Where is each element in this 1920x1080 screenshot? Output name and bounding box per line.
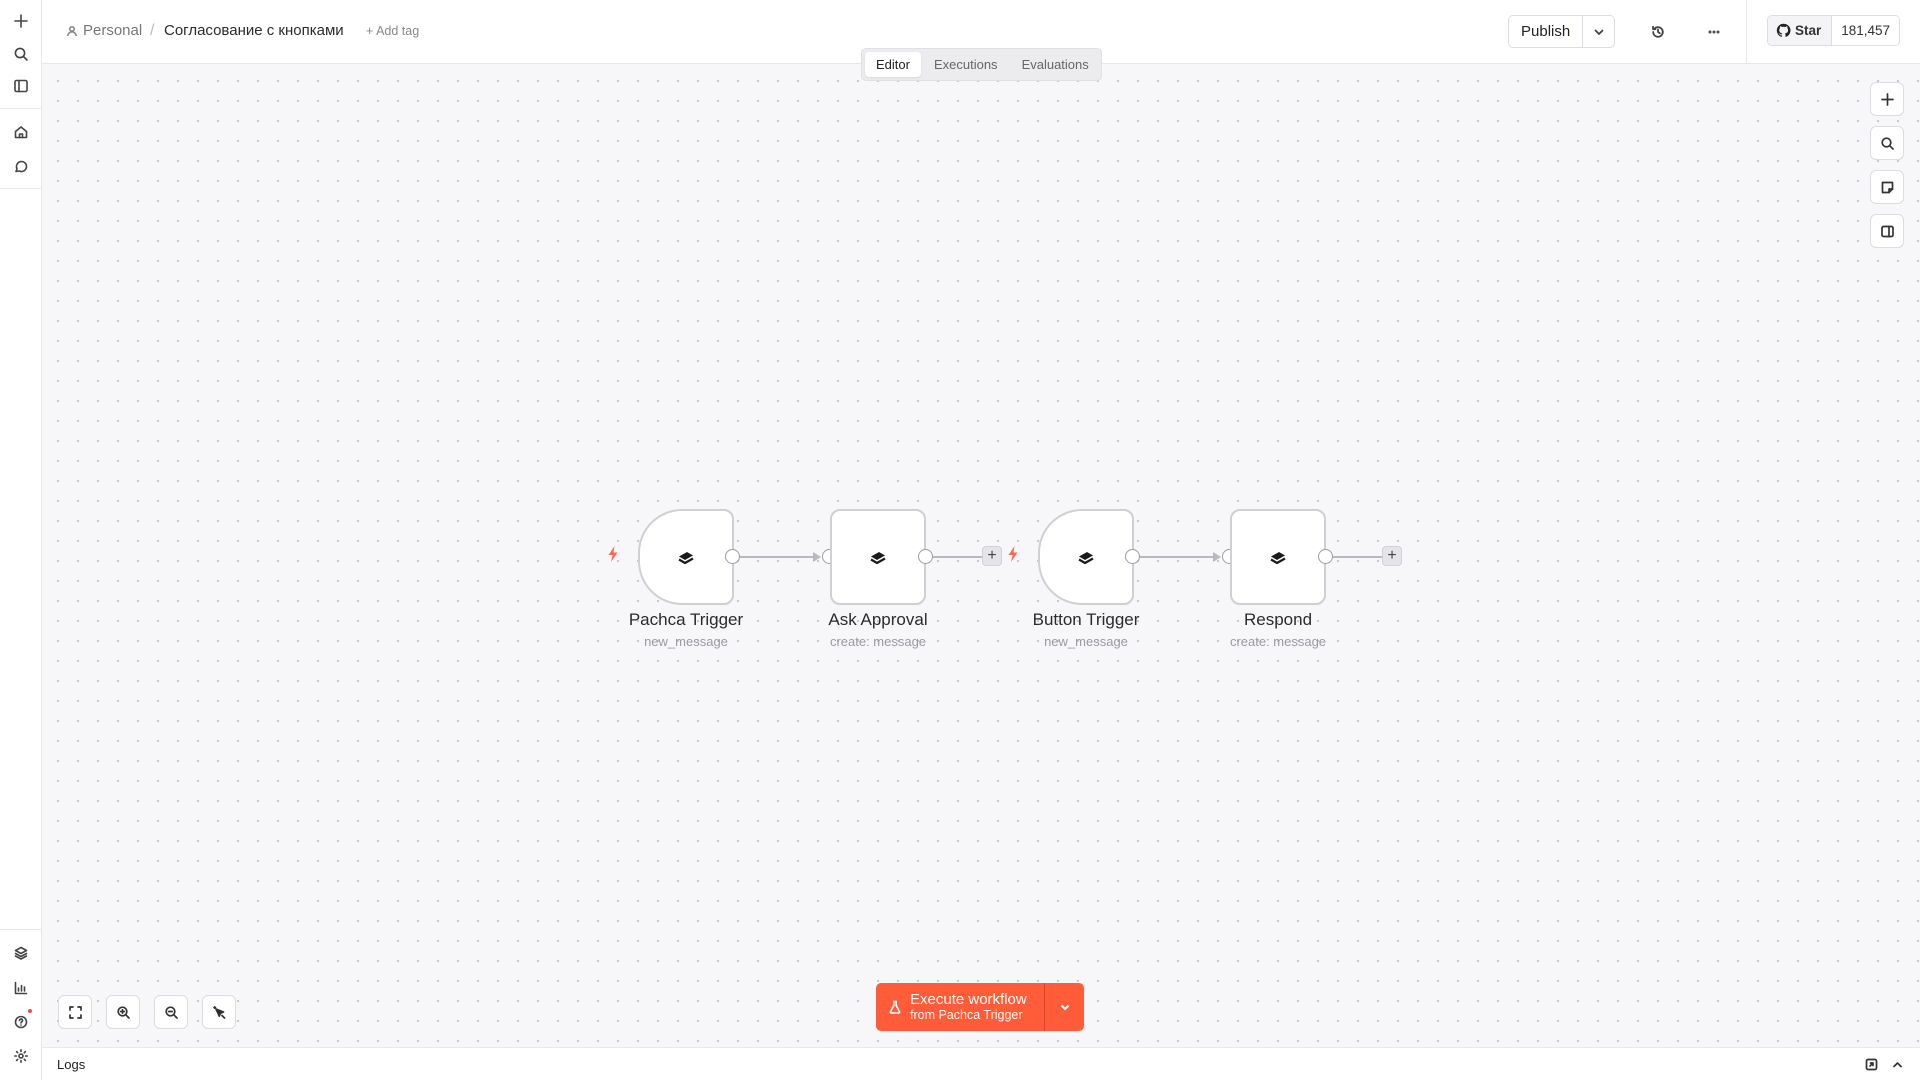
tab-editor[interactable]: Editor (865, 52, 921, 77)
connection-edge (1333, 556, 1383, 558)
node-subtitle: new_message (644, 634, 728, 649)
more-options-button[interactable] (1702, 20, 1726, 44)
breadcrumb-separator: / (150, 22, 155, 39)
node-title: Ask Approval (828, 610, 928, 629)
tab-evaluations[interactable]: Evaluations (1011, 52, 1100, 77)
pachca-icon (1078, 552, 1094, 565)
node-subtitle: create: message (829, 634, 927, 649)
execute-workflow-button[interactable]: Execute workflow from Pachca Trigger (876, 983, 1044, 1031)
tab-executions[interactable]: Executions (923, 52, 1009, 77)
search-icon (1880, 136, 1894, 150)
fit-view-button[interactable] (58, 995, 92, 1029)
pachca-icon (1270, 552, 1286, 565)
help-icon[interactable] (0, 1008, 41, 1036)
breadcrumb-project-label: Personal (83, 22, 143, 39)
chevron-up-icon (1892, 1061, 1902, 1067)
node-subtitle: create: message (1229, 634, 1327, 649)
tidy-up-button[interactable] (202, 995, 236, 1029)
trigger-bolt-icon (1008, 546, 1018, 562)
output-handle[interactable] (725, 549, 740, 564)
pop-out-icon (1865, 1058, 1877, 1070)
zoom-out-icon (164, 1005, 178, 1019)
connection-edge[interactable] (740, 556, 814, 558)
node-ask-approval[interactable] (830, 509, 926, 605)
publish-options-button[interactable] (1582, 16, 1614, 47)
create-icon[interactable] (0, 7, 41, 35)
zoom-out-button[interactable] (154, 995, 188, 1029)
github-star-widget: Star 181,457 (1767, 15, 1901, 46)
execute-workflow-label: Execute workflow (910, 991, 1027, 1008)
add-node-button[interactable]: + (982, 546, 1002, 566)
output-handle[interactable] (1125, 549, 1140, 564)
node-title: Button Trigger (1032, 610, 1140, 629)
add-node-panel-button[interactable] (1870, 82, 1904, 116)
publish-group: Publish (1508, 15, 1616, 48)
settings-icon[interactable] (0, 1042, 41, 1070)
chat-icon[interactable] (0, 153, 41, 181)
output-handle[interactable] (918, 549, 933, 564)
templates-icon[interactable] (0, 939, 41, 967)
insights-icon[interactable] (0, 974, 41, 1002)
notification-dot (28, 1009, 32, 1013)
plus-icon (1880, 92, 1894, 106)
add-tag-button[interactable]: + Add tag (366, 24, 419, 38)
execute-options-button[interactable] (1044, 983, 1084, 1031)
panel-icon (1880, 225, 1894, 237)
github-star-button[interactable]: Star (1768, 16, 1833, 45)
pachca-icon (870, 552, 886, 565)
header-divider (1746, 0, 1747, 64)
workflow-canvas[interactable]: Pachca Trigger new_message Ask Approval … (42, 65, 1920, 1047)
user-icon (67, 25, 77, 36)
github-icon (1776, 23, 1791, 37)
history-icon (1652, 25, 1664, 38)
chevron-down-icon (1060, 1004, 1069, 1011)
sticky-note-icon (1881, 181, 1893, 193)
node-title: Pachca Trigger (628, 610, 744, 629)
sticky-note-button[interactable] (1870, 170, 1904, 204)
chevron-down-icon (1594, 29, 1604, 35)
rail-divider (0, 929, 41, 930)
zoom-in-button[interactable] (106, 995, 140, 1029)
canvas-search-button[interactable] (1870, 126, 1904, 160)
breadcrumb-project[interactable]: Personal (66, 22, 142, 39)
expand-logs-button[interactable] (1889, 1056, 1905, 1072)
logs-label: Logs (57, 1057, 86, 1072)
logs-panel-bar[interactable]: Logs (42, 1047, 1920, 1080)
toggle-panel-button[interactable] (1870, 214, 1904, 248)
rail-divider (0, 188, 41, 189)
pachca-icon (678, 552, 694, 565)
rail-divider (0, 108, 41, 109)
node-subtitle: new_message (1044, 634, 1128, 649)
connection-arrow (813, 552, 821, 562)
history-button[interactable] (1646, 20, 1670, 44)
github-star-label: Star (1795, 23, 1822, 38)
workflow-name[interactable]: Согласование с кнопками (164, 22, 344, 39)
home-icon[interactable] (0, 118, 41, 146)
trigger-bolt-icon (608, 546, 618, 562)
output-handle[interactable] (1318, 549, 1333, 564)
left-sidebar (0, 0, 42, 1080)
execute-workflow-sublabel: from Pachca Trigger (910, 1008, 1023, 1022)
zoom-in-icon (116, 1005, 130, 1019)
pop-out-logs-button[interactable] (1863, 1056, 1879, 1072)
ellipsis-icon (1708, 30, 1720, 34)
flask-icon (889, 1000, 901, 1014)
connection-arrow (1213, 552, 1221, 562)
toggle-sidebar-icon[interactable] (0, 72, 41, 100)
add-node-button[interactable]: + (1382, 546, 1402, 566)
search-icon[interactable] (0, 40, 41, 68)
view-tabs: Editor Executions Evaluations (861, 48, 1102, 81)
connection-edge[interactable] (1140, 556, 1214, 558)
node-title: Respond (1243, 610, 1313, 629)
cursor-sparkle-icon (212, 1005, 225, 1019)
execute-workflow-group: Execute workflow from Pachca Trigger (876, 983, 1084, 1031)
node-button-trigger[interactable] (1038, 509, 1134, 605)
connection-edge (933, 556, 983, 558)
github-star-count[interactable]: 181,457 (1832, 16, 1900, 45)
node-pachca-trigger[interactable] (638, 509, 734, 605)
fit-view-icon (68, 1005, 82, 1019)
publish-button[interactable]: Publish (1509, 16, 1582, 47)
node-respond[interactable] (1230, 509, 1326, 605)
